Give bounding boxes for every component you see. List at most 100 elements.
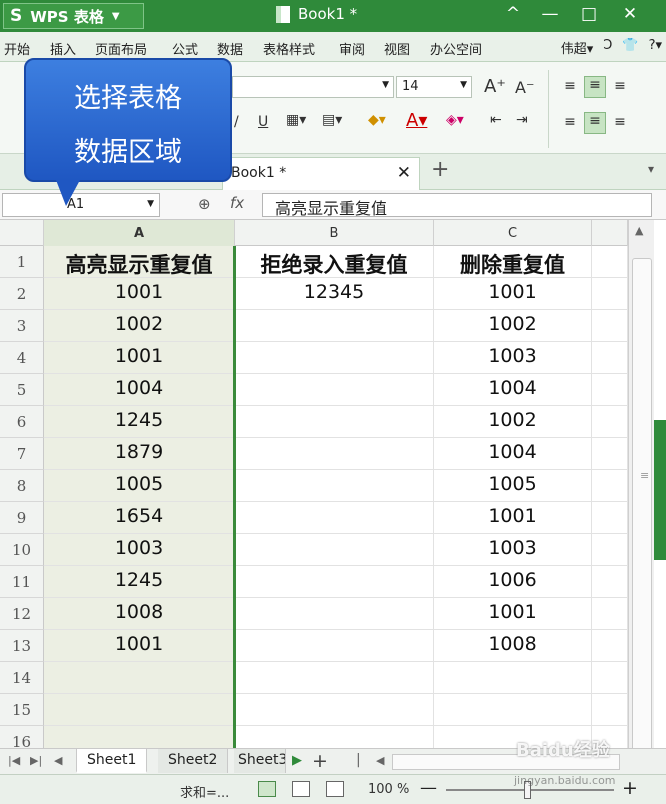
zoom-out-button[interactable]: — [420,778,437,798]
decrease-indent-icon[interactable]: ⇤ [490,112,502,128]
collapse-ribbon-button[interactable]: ^ [500,4,526,24]
table-cell[interactable] [592,470,628,502]
scroll-up-icon[interactable]: ▲ [635,224,643,237]
table-cell[interactable]: 1001 [44,630,235,662]
table-cell[interactable] [434,694,592,726]
row-header-15[interactable]: 15 [0,694,44,726]
table-cell[interactable] [235,502,434,534]
table-cell[interactable] [592,246,628,278]
align-center-icon[interactable]: ≡ [584,112,606,134]
table-cell[interactable]: 1002 [434,310,592,342]
row-header-7[interactable]: 7 [0,438,44,470]
align-bottom-icon[interactable]: ≡ [610,78,630,94]
row-header-1[interactable]: 1 [0,246,44,278]
next-sheet-icon[interactable]: ▶ [292,753,302,768]
sheet-tab-sheet1[interactable]: Sheet1 [76,749,148,773]
page-layout-view-icon[interactable] [292,781,310,797]
table-cell[interactable] [235,310,434,342]
sheet-tab-sheet3[interactable]: Sheet3 [234,749,286,773]
table-cell[interactable] [44,726,235,748]
header-cell-a[interactable]: 高亮显示重复值 [44,246,235,278]
table-cell[interactable]: 1001 [434,598,592,630]
page-break-view-icon[interactable] [326,781,344,797]
tab-split-handle[interactable]: | [356,752,361,768]
row-header-11[interactable]: 11 [0,566,44,598]
table-cell[interactable]: 1004 [44,374,235,406]
align-top-icon[interactable]: ≡ [560,78,580,94]
table-cell[interactable] [235,566,434,598]
menu-insert[interactable]: 插入 [50,39,76,58]
row-header-14[interactable]: 14 [0,662,44,694]
table-cell[interactable]: 1879 [44,438,235,470]
refresh-icon[interactable]: Ↄ [603,38,612,57]
table-cell[interactable] [235,694,434,726]
first-sheet-icon[interactable]: |◀ [8,754,20,767]
row-header-2[interactable]: 2 [0,278,44,310]
row-header-9[interactable]: 9 [0,502,44,534]
scroll-left-icon[interactable]: ◀ [376,754,384,767]
table-cell[interactable]: 1003 [434,342,592,374]
select-all-corner[interactable] [0,220,44,246]
menu-review[interactable]: 审阅 [339,39,365,58]
row-header-10[interactable]: 10 [0,534,44,566]
table-cell[interactable]: 1003 [44,534,235,566]
border-icon[interactable]: ▦▾ [286,112,306,128]
fill-color-icon[interactable]: ◆▾ [368,112,386,128]
table-cell[interactable] [235,534,434,566]
table-cell[interactable]: 1245 [44,406,235,438]
cell-style-icon[interactable]: ▤▾ [322,112,342,128]
menu-formulas[interactable]: 公式 [172,39,198,58]
table-cell[interactable] [592,406,628,438]
grow-font-button[interactable]: A⁺ [484,76,506,97]
zoom-in-button[interactable]: + [622,777,638,799]
table-cell[interactable] [434,662,592,694]
sheet-tab-sheet2[interactable]: Sheet2 [158,749,229,773]
table-cell[interactable] [592,630,628,662]
table-cell[interactable] [235,374,434,406]
row-header-4[interactable]: 4 [0,342,44,374]
name-box[interactable]: A1 ▼ [2,193,160,217]
table-cell[interactable] [592,662,628,694]
maximize-button[interactable]: □ [576,4,602,24]
column-header-b[interactable]: B [235,220,434,246]
table-cell[interactable] [592,598,628,630]
align-left-icon[interactable]: ≡ [560,114,580,130]
menu-view[interactable]: 视图 [384,39,410,58]
help-icon[interactable]: ?▾ [649,38,662,57]
table-cell[interactable] [592,438,628,470]
close-button[interactable]: ✕ [617,4,643,24]
user-account-menu[interactable]: 伟超▾ [561,38,594,57]
vertical-scrollbar[interactable]: ▲ ≡ [628,220,654,804]
tab-list-menu[interactable]: ▾ [648,162,654,176]
table-cell[interactable]: 1002 [44,310,235,342]
row-header-3[interactable]: 3 [0,310,44,342]
table-cell[interactable]: 1008 [434,630,592,662]
table-cell[interactable]: 1001 [44,342,235,374]
app-menu-button[interactable]: S WPS 表格 ▼ [3,3,144,29]
table-cell[interactable] [235,438,434,470]
font-name-select[interactable]: ▼ [232,76,394,98]
prev-sheet-icon[interactable]: ◀ [54,754,62,767]
column-header-a[interactable]: A [44,220,235,246]
table-cell[interactable] [592,534,628,566]
tab-book1[interactable]: Book1 * ✕ [222,157,420,190]
row-header-8[interactable]: 8 [0,470,44,502]
table-cell[interactable] [235,630,434,662]
fx-icon[interactable]: fx [230,194,244,212]
shrink-font-button[interactable]: A⁻ [515,78,534,97]
column-header-d[interactable] [592,220,628,246]
italic-button[interactable]: / [234,114,239,130]
table-cell[interactable]: 1654 [44,502,235,534]
row-header-16[interactable]: 16 [0,726,44,748]
table-cell[interactable]: 1005 [434,470,592,502]
table-cell[interactable]: 1245 [44,566,235,598]
font-size-select[interactable]: 14 ▼ [396,76,472,98]
side-panel-handle[interactable] [654,420,666,560]
table-cell[interactable]: 1004 [434,438,592,470]
normal-view-icon[interactable] [258,781,276,797]
last-sheet-icon[interactable]: ▶| [30,754,42,767]
table-cell[interactable]: 1008 [44,598,235,630]
header-cell-c[interactable]: 删除重复值 [434,246,592,278]
menu-data[interactable]: 数据 [217,39,243,58]
table-cell[interactable]: 1001 [434,502,592,534]
